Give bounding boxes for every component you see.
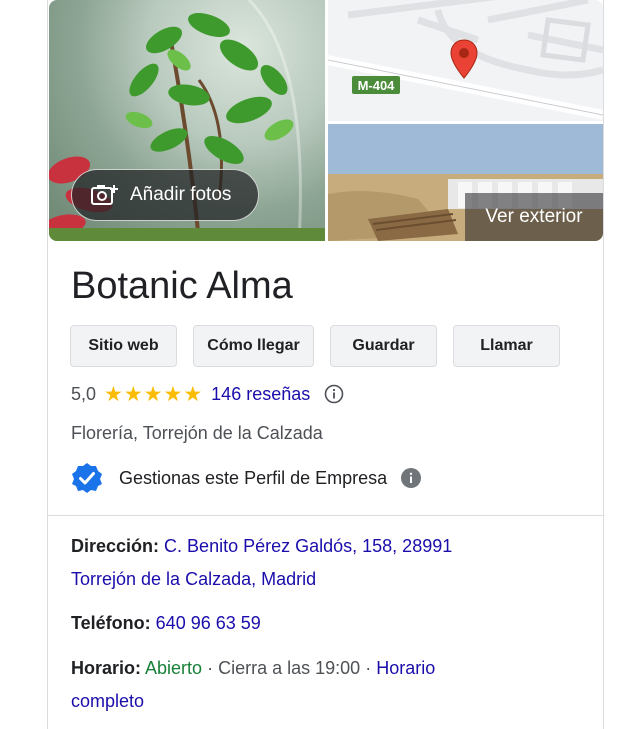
address-label: Dirección:: [71, 536, 160, 556]
address-link-line2[interactable]: Torrejón de la Calzada, Madrid: [71, 569, 316, 589]
hours-status: Abierto: [145, 658, 203, 678]
business-category: Florería, Torrejón de la Calzada: [71, 423, 323, 443]
action-buttons: Sitio web Cómo llegar Guardar Llamar: [70, 325, 560, 367]
hours-label: Horario:: [71, 658, 142, 678]
phone-label: Teléfono:: [71, 613, 151, 633]
info-icon[interactable]: [401, 468, 422, 488]
rating-row: 5,0 ★★★★★ 146 reseñas: [71, 382, 344, 406]
reviews-link[interactable]: 146 reseñas: [211, 384, 310, 405]
full-hours-link-cont[interactable]: completo: [71, 691, 144, 711]
hours-row: Horario: Abierto · Cierra a las 19:00 · …: [71, 652, 571, 718]
star-rating: ★★★★★: [104, 382, 204, 406]
info-icon[interactable]: [324, 384, 344, 404]
rating-value: 5,0: [71, 383, 97, 404]
address-row: Dirección: C. Benito Pérez Galdós, 158, …: [71, 530, 571, 596]
hours-closing-time: Cierra a las 19:00: [218, 658, 361, 678]
website-button[interactable]: Sitio web: [70, 325, 177, 367]
full-hours-link[interactable]: Horario: [376, 658, 435, 678]
phone-row: Teléfono: 640 96 63 59: [71, 607, 571, 640]
directions-button[interactable]: Cómo llegar: [193, 325, 314, 367]
add-photo-icon: [90, 183, 118, 207]
phone-link[interactable]: 640 96 63 59: [156, 613, 261, 633]
road-label: M-404: [358, 78, 396, 93]
call-button[interactable]: Llamar: [453, 325, 560, 367]
business-name: Botanic Alma: [71, 265, 293, 307]
view-exterior-button[interactable]: Ver exterior: [465, 193, 603, 241]
add-photos-button[interactable]: Añadir fotos: [71, 169, 259, 221]
verified-badge-icon: [71, 462, 103, 494]
address-link-line1[interactable]: C. Benito Pérez Galdós, 158, 28991: [164, 536, 452, 556]
manage-profile-text: Gestionas este Perfil de Empresa: [119, 467, 388, 488]
manage-profile-row: Gestionas este Perfil de Empresa: [71, 462, 422, 494]
map-pin-icon: [450, 39, 478, 79]
add-photos-label: Añadir fotos: [130, 184, 232, 205]
map-thumbnail[interactable]: M-404: [328, 0, 603, 121]
hours-separator: ·: [365, 658, 372, 678]
divider: [48, 515, 603, 516]
save-button[interactable]: Guardar: [330, 325, 437, 367]
hours-separator: ·: [207, 658, 214, 678]
